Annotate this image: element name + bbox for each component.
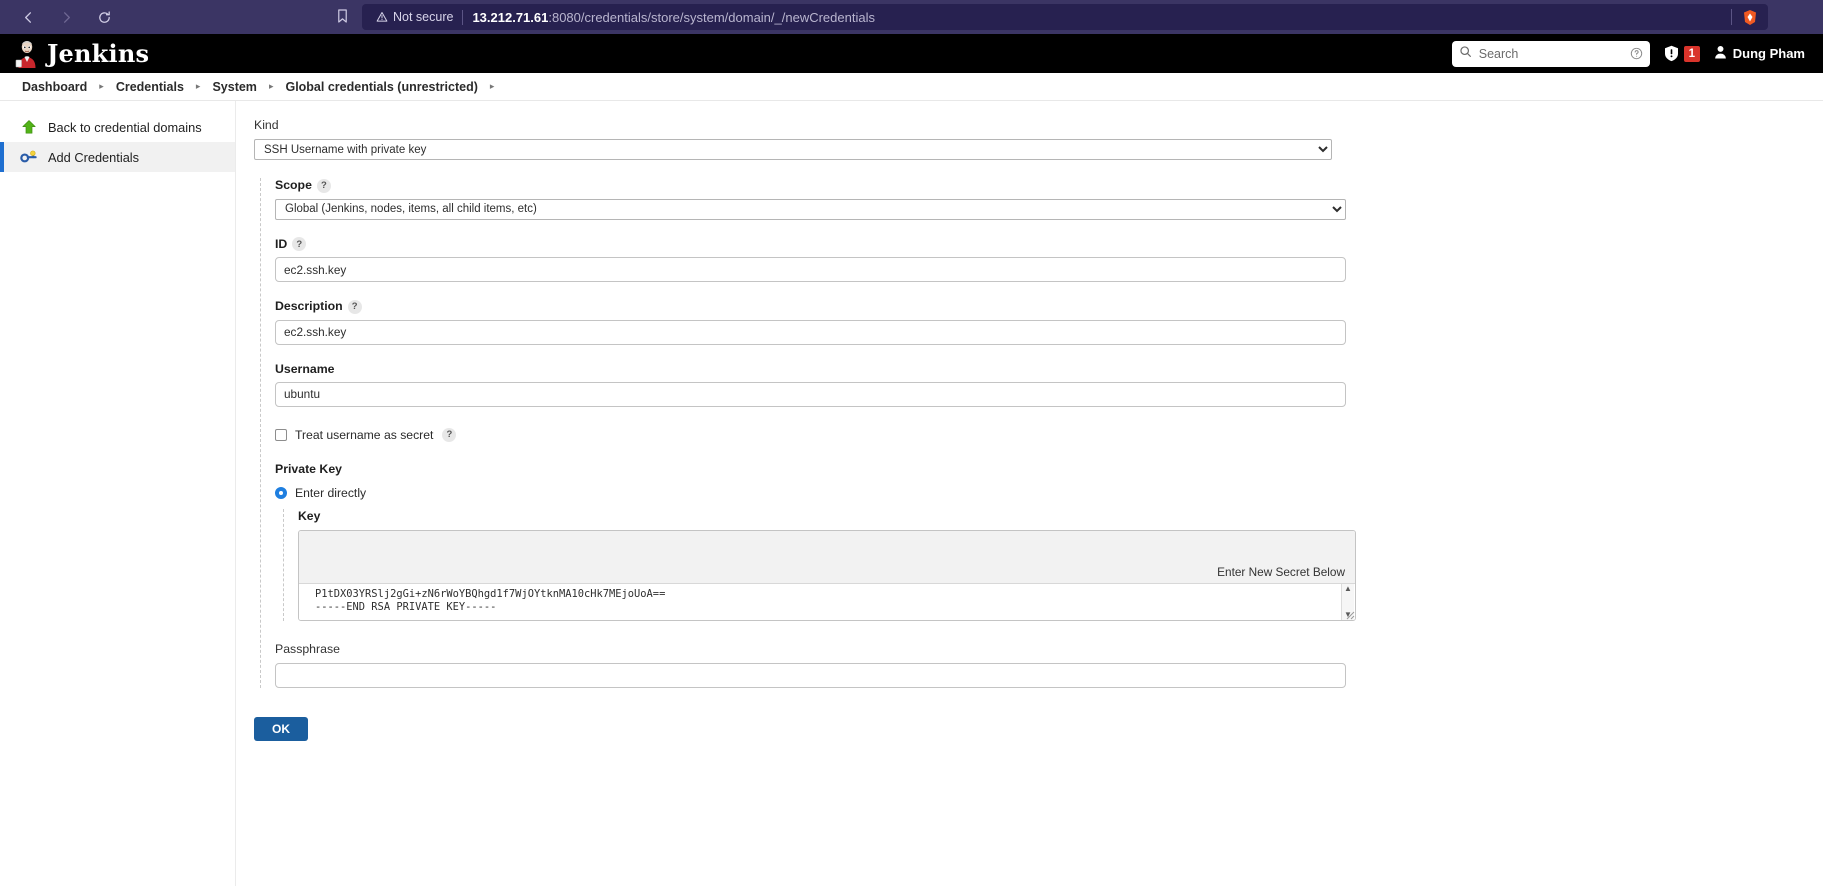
security-status-group[interactable]: 1	[1664, 45, 1700, 62]
ok-button[interactable]: OK	[254, 716, 308, 741]
jenkins-header: Jenkins Search 1 Dung Pham	[0, 34, 1823, 73]
breadcrumb: Dashboard ▸ Credentials ▸ System ▸ Globa…	[0, 73, 1823, 101]
username-field-group: Username	[275, 362, 1346, 407]
enter-new-secret-label: Enter New Secret Below	[1217, 564, 1345, 579]
description-label: Description	[275, 299, 343, 313]
scope-label-row: Scope?	[275, 178, 1346, 193]
scope-help-icon[interactable]: ?	[316, 178, 331, 193]
green-up-arrow-icon	[20, 119, 37, 136]
user-menu[interactable]: Dung Pham	[1714, 45, 1805, 62]
back-arrow-icon[interactable]	[18, 7, 38, 27]
sidebar-item-label: Add Credentials	[48, 149, 140, 165]
private-key-label: Private Key	[275, 461, 342, 476]
not-secure-indicator[interactable]: Not secure	[370, 10, 453, 24]
treat-username-as-secret-help-icon[interactable]: ?	[442, 427, 457, 442]
sidebar: Back to credential domains Add Credentia…	[0, 101, 236, 886]
forward-arrow-icon[interactable]	[56, 7, 76, 27]
credentials-form: Kind SSH Username with private key Scope…	[254, 118, 1356, 741]
page-body: Back to credential domains Add Credentia…	[0, 101, 1823, 886]
jenkins-title: Jenkins	[47, 39, 150, 68]
passphrase-field-group: Passphrase	[275, 642, 1346, 688]
person-icon	[1714, 45, 1727, 62]
breadcrumb-separator: ▸	[195, 81, 201, 91]
user-name-label: Dung Pham	[1732, 46, 1805, 61]
search-placeholder: Search	[1478, 46, 1519, 61]
key-block: Key Enter New Secret Below P1tDX03YRSlj2…	[283, 508, 1356, 621]
breadcrumb-separator: ▸	[268, 81, 274, 91]
sidebar-item-back-to-credential-domains[interactable]: Back to credential domains	[0, 112, 235, 142]
private-key-section: Private Key Enter directly Key Enter New…	[275, 461, 1356, 621]
resize-grip-icon[interactable]	[1342, 607, 1355, 620]
username-label: Username	[275, 361, 335, 376]
breadcrumb-item-dashboard[interactable]: Dashboard	[16, 80, 93, 94]
form-actions: OK	[254, 716, 1346, 741]
scroll-up-arrow-icon[interactable]: ▲	[1344, 584, 1352, 593]
passphrase-input[interactable]	[275, 662, 1346, 688]
secret-value-area[interactable]: P1tDX03YRSlj2gGi+zN6rWoYBQhgd1f7WjOYtknM…	[299, 583, 1355, 620]
shield-exclamation-icon[interactable]	[1664, 45, 1679, 62]
secret-placeholder-area: Enter New Secret Below	[299, 530, 1355, 584]
jenkins-butler-icon	[14, 40, 40, 68]
search-icon	[1459, 45, 1472, 63]
treat-username-as-secret-label: Treat username as secret	[295, 427, 434, 442]
header-right-group: Search 1 Dung Pham	[1451, 40, 1809, 67]
warning-triangle-icon	[376, 12, 388, 22]
breadcrumb-item-global-credentials[interactable]: Global credentials (unrestricted)	[279, 80, 483, 94]
kind-select[interactable]: SSH Username with private key	[254, 139, 1332, 160]
id-label: ID	[275, 236, 288, 251]
breadcrumb-item-system[interactable]: System	[206, 80, 262, 94]
reload-icon[interactable]	[94, 7, 114, 27]
description-field-group: Description?	[275, 299, 1346, 345]
not-secure-label: Not secure	[393, 10, 454, 24]
treat-username-as-secret-checkbox[interactable]	[275, 428, 287, 441]
omnibox-divider	[462, 9, 464, 25]
browser-nav-buttons	[18, 7, 114, 27]
private-key-line-2: -----END RSA PRIVATE KEY-----	[315, 600, 497, 613]
id-help-icon[interactable]: ?	[292, 237, 307, 251]
breadcrumb-item-credentials[interactable]: Credentials	[110, 80, 190, 94]
security-count-badge[interactable]: 1	[1683, 45, 1700, 62]
help-circle-icon[interactable]	[1630, 47, 1643, 60]
breadcrumb-separator: ▸	[99, 81, 104, 91]
id-field-group: ID?	[275, 236, 1346, 282]
bookmark-icon[interactable]	[336, 8, 349, 29]
form-indent-group: Scope? Global (Jenkins, nodes, items, al…	[260, 178, 1356, 688]
search-input[interactable]: Search	[1451, 40, 1650, 67]
description-help-icon[interactable]: ?	[347, 299, 362, 314]
id-label-row: ID?	[275, 236, 1346, 251]
description-input[interactable]	[275, 319, 1346, 345]
url-text: 13.212.71.61:8080/credentials/store/syst…	[472, 10, 875, 25]
key-label: Key	[298, 508, 321, 523]
treat-username-as-secret-row[interactable]: Treat username as secret ?	[275, 424, 1346, 442]
username-input[interactable]	[275, 381, 1346, 407]
id-input[interactable]	[275, 257, 1346, 282]
enter-directly-radio-row[interactable]: Enter directly	[275, 484, 1346, 500]
enter-directly-label: Enter directly	[295, 485, 367, 500]
breadcrumb-separator-end[interactable]: ▸	[486, 81, 499, 92]
description-label-row: Description?	[275, 299, 1346, 314]
scope-select[interactable]: Global (Jenkins, nodes, items, all child…	[275, 198, 1346, 220]
browser-toolbar: Not secure 13.212.71.61:8080/credentials…	[0, 0, 1823, 34]
sidebar-item-label: Back to credential domains	[48, 119, 202, 135]
omnibox-wrapper: Not secure 13.212.71.61:8080/credentials…	[362, 4, 1768, 30]
private-key-line-1: P1tDX03YRSlj2gGi+zN6rWoYBQhgd1f7WjOYtknM…	[315, 587, 666, 600]
sidebar-item-add-credentials[interactable]: Add Credentials	[0, 142, 235, 172]
url-host: 13.212.71.61	[472, 9, 549, 25]
address-bar[interactable]: Not secure 13.212.71.61:8080/credentials…	[362, 4, 1768, 30]
main-content: Kind SSH Username with private key Scope…	[236, 101, 1823, 886]
omnibox-right-divider	[1731, 9, 1732, 25]
blue-key-icon	[20, 149, 37, 166]
passphrase-label: Passphrase	[275, 641, 340, 656]
enter-directly-radio[interactable]	[275, 486, 287, 499]
scope-field-group: Scope? Global (Jenkins, nodes, items, al…	[275, 178, 1346, 220]
kind-label: Kind	[254, 118, 279, 132]
private-key-textarea[interactable]: Enter New Secret Below P1tDX03YRSlj2gGi+…	[298, 529, 1356, 621]
brave-lion-icon[interactable]	[1740, 7, 1760, 27]
kind-field-group: Kind SSH Username with private key	[254, 118, 1332, 160]
jenkins-logo-group[interactable]: Jenkins	[14, 39, 149, 68]
scope-label: Scope	[275, 178, 312, 192]
url-path: :8080/credentials/store/system/domain/_/…	[548, 9, 875, 25]
